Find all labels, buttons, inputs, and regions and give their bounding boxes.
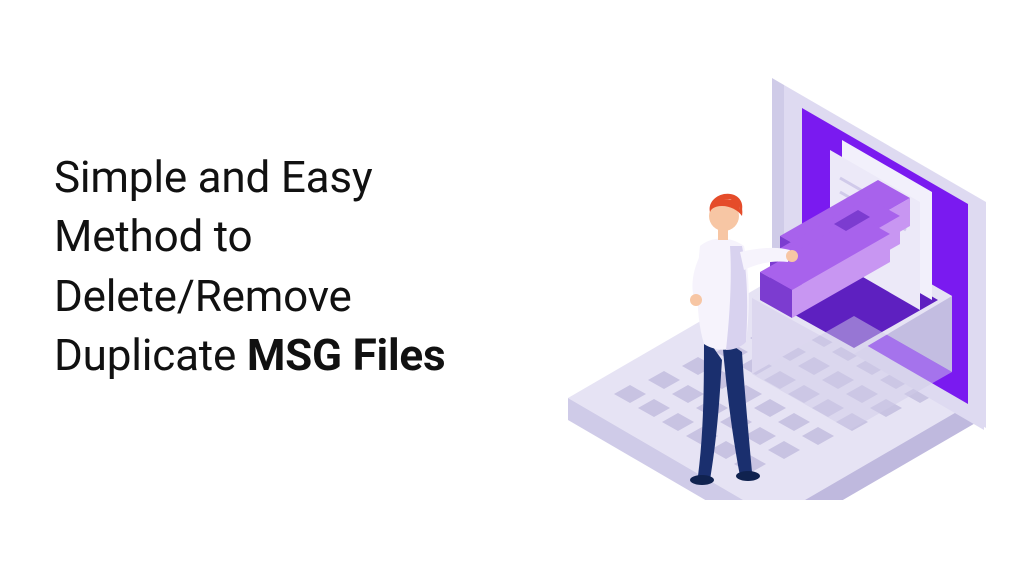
headline-line-3: Delete/Remove: [54, 270, 352, 322]
laptop-files-illustration: [554, 60, 994, 500]
headline: Simple and Easy Method to Delete/Remove …: [54, 148, 574, 386]
page: Simple and Easy Method to Delete/Remove …: [0, 0, 1024, 576]
headline-line-1: Simple and Easy: [54, 151, 373, 203]
headline-line-4-bold: MSG Files: [247, 329, 446, 381]
headline-line-4-pre: Duplicate: [54, 329, 247, 381]
headline-line-2: Method to: [54, 210, 252, 262]
